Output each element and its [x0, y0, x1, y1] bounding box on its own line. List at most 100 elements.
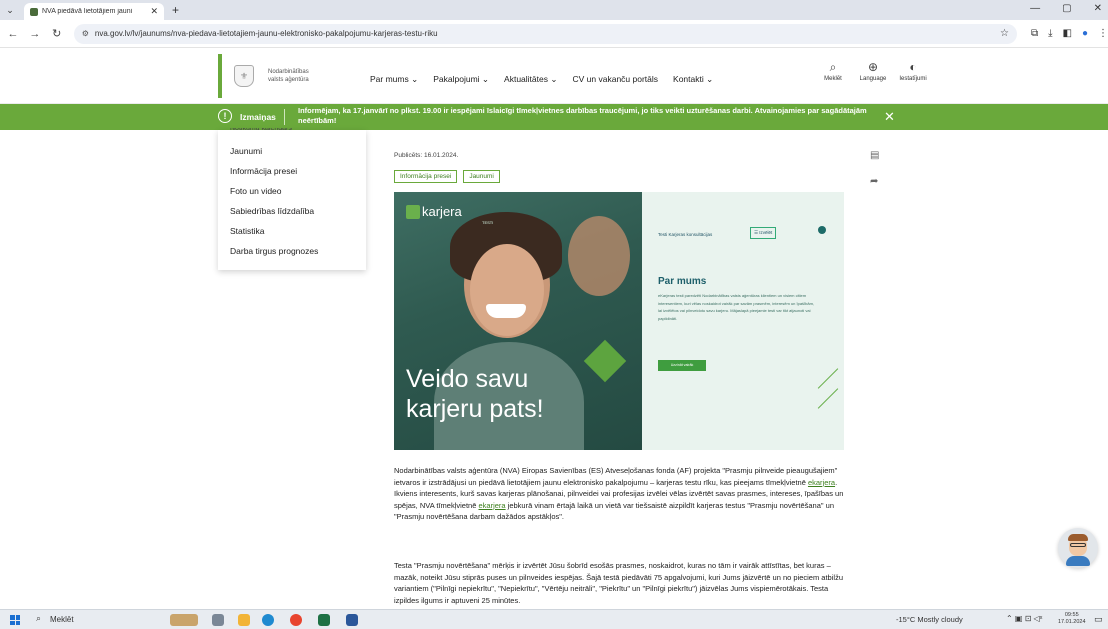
task-view-icon[interactable] [212, 614, 224, 626]
published-date: Publicēts: 16.01.2024. [394, 152, 459, 159]
search-icon[interactable]: ⌕ [36, 613, 41, 624]
taskbar-clock[interactable]: 09:55 17.01.2024 [1058, 612, 1086, 626]
nav-item-cv-portals[interactable]: CV un vakanču portāls [573, 74, 659, 85]
dropdown-item-prognozes[interactable]: Darba tirgus prognozes [230, 246, 318, 256]
decor-line [817, 388, 839, 409]
site-header: ⚜ Nodarbinātības valsts aģentūra Par mum… [0, 48, 1108, 104]
url-field[interactable]: ⚙ nva.gov.lv/lv/jaunums/nva-piedava-liet… [73, 23, 1017, 44]
aktualitates-dropdown: Notikumu kalendārs Jaunumi Informācija p… [218, 128, 366, 270]
new-tab-button[interactable]: + [172, 3, 179, 17]
extensions-icon[interactable]: ⧉ [1031, 28, 1038, 39]
close-window-button[interactable]: ✕ [1094, 3, 1102, 14]
language-button[interactable]: ⊕ Language [858, 60, 888, 82]
site-info-icon[interactable]: ⚙ [82, 29, 89, 38]
address-bar-row: ← → ↻ ⚙ nva.gov.lv/lv/jaunums/nva-piedav… [0, 20, 1108, 48]
article-paragraph-1: Nodarbinātības valsts aģentūra (NVA) Eir… [394, 466, 844, 521]
window-controls: — ▢ ✕ [1030, 3, 1102, 14]
settings-button[interactable]: ◐ Iestatījumi [898, 60, 928, 82]
exclamation-icon: ! [218, 109, 232, 123]
edge-icon[interactable] [262, 614, 274, 626]
browser-tab-bar: ⌄ NVA piedāvā lietotājiem jauni ✕ + — ▢ … [0, 0, 1108, 20]
tab-close-icon[interactable]: ✕ [150, 6, 158, 17]
taskbar-search[interactable]: Meklēt [50, 615, 74, 624]
nav-item-pakalpojumi[interactable]: Pakalpojumi ⌄ [433, 74, 489, 85]
maximize-button[interactable]: ▢ [1062, 3, 1071, 14]
nav-item-par-mums[interactable]: Par mums ⌄ [370, 74, 418, 85]
article-paragraph-2: Testa "Prasmju novērtēšana" mērķis ir iz… [394, 561, 843, 605]
mock-body: eKarjeras testi paredzēti Nodarbinātības… [658, 293, 815, 321]
tab-title: NVA piedāvā lietotājiem jauni [42, 8, 133, 15]
tag-list: Informācija presei Jaunumi [394, 170, 500, 183]
dropdown-item-jaunumi[interactable]: Jaunumi [230, 146, 262, 156]
forward-icon[interactable]: → [26, 28, 44, 40]
tab-search-icon[interactable]: ⌄ [0, 0, 20, 20]
header-utilities: ⌕ Meklēt ⊕ Language ◐ Iestatījumi [818, 60, 928, 82]
toolbar-icons: ⧉ ⤓ ◧ ● ⋮ [1031, 28, 1108, 39]
dropdown-item-statistika[interactable]: Statistika [230, 226, 265, 236]
dropdown-item-partial[interactable]: Notikumu kalendārs [230, 128, 292, 133]
coat-of-arms-icon: ⚜ [234, 65, 254, 87]
chat-assistant-button[interactable] [1058, 528, 1098, 568]
decor-line [817, 368, 839, 389]
tag-informacija-presei[interactable]: Informācija presei [394, 170, 458, 183]
browser-menu-icon[interactable]: ⋮ [1098, 28, 1108, 39]
sidebar-icon[interactable]: ◧ [1063, 28, 1072, 39]
windows-taskbar: ⌕ Meklēt -15°C Mostly cloudy ⌃ ▣ ⊡ ◁ˣ 09… [0, 609, 1108, 629]
logo-text: Nodarbinātības valsts aģentūra [268, 69, 309, 83]
chevron-down-icon: ⌄ [550, 74, 558, 84]
ekarjera-link[interactable]: ekarjera [478, 501, 505, 510]
browser-tab[interactable]: NVA piedāvā lietotājiem jauni ✕ [24, 3, 164, 20]
dropdown-item-lidzdaliba[interactable]: Sabiedrības līdzdalība [230, 206, 314, 216]
article-tools: ▤ ➦ [862, 136, 888, 200]
chrome-icon[interactable] [290, 614, 302, 626]
globe-icon: ⊕ [867, 60, 879, 74]
reload-icon[interactable]: ↻ [48, 27, 66, 40]
chevron-down-icon: ⌄ [411, 74, 419, 84]
minimize-button[interactable]: — [1030, 3, 1040, 14]
favicon-icon [30, 7, 38, 16]
chevron-down-icon: ⌄ [706, 74, 714, 84]
site-mockup-nav: Testi Karjeras konsultācijas ☰ Izvēlēt [656, 226, 836, 266]
excel-icon[interactable] [318, 614, 330, 626]
avatar-icon [1070, 543, 1086, 547]
contrast-icon: ◐ [909, 60, 917, 74]
person-face-front [470, 244, 544, 336]
weather-widget[interactable]: -15°C Mostly cloudy [896, 615, 963, 624]
hero-image: karjera TESTI Veido savu karjeru pats! T… [394, 192, 844, 450]
nav-item-kontakti[interactable]: Kontakti ⌄ [673, 74, 713, 85]
mock-title: Par mums [658, 276, 707, 287]
divider [284, 109, 285, 125]
site-logo[interactable]: ⚜ Nodarbinātības valsts aģentūra [218, 54, 334, 98]
search-icon: ⌕ [829, 60, 837, 74]
search-button[interactable]: ⌕ Meklēt [818, 60, 848, 82]
main-nav: Par mums ⌄ Pakalpojumi ⌄ Aktualitātes ⌄ … [370, 74, 713, 85]
file-explorer-icon[interactable] [238, 614, 250, 626]
tag-jaunumi[interactable]: Jaunumi [463, 170, 500, 183]
notice-label: Izmaiņas [240, 112, 276, 122]
url-text: nva.gov.lv/lv/jaunums/nva-piedava-lietot… [94, 29, 438, 38]
print-icon[interactable]: ▤ [870, 150, 879, 161]
close-icon[interactable]: ✕ [884, 109, 895, 125]
word-icon[interactable] [346, 614, 358, 626]
system-tray-icons[interactable]: ⌃ ▣ ⊡ ◁ˣ [1006, 614, 1042, 623]
share-icon[interactable]: ➦ [870, 176, 878, 187]
bookmark-star-icon[interactable]: ☆ [1000, 28, 1009, 39]
ekarjera-link[interactable]: ekarjera [808, 478, 835, 487]
notification-icon[interactable]: ▭ [1094, 614, 1103, 625]
windows-start-icon[interactable] [10, 615, 20, 625]
download-icon[interactable]: ⤓ [1048, 28, 1052, 39]
news-widget-icon[interactable] [170, 614, 198, 626]
dropdown-item-foto-video[interactable]: Foto un video [230, 186, 282, 196]
dropdown-item-informacija-presei[interactable]: Informācija presei [230, 166, 297, 176]
notice-banner: ! Izmaiņas Informējam, ka 17.janvārī no … [0, 104, 1108, 130]
profile-icon[interactable]: ● [1082, 28, 1088, 39]
back-icon[interactable]: ← [4, 28, 22, 40]
hero-slogan: Veido savu karjeru pats! [406, 365, 544, 423]
person-background [568, 216, 630, 296]
nav-item-aktualitates[interactable]: Aktualitātes ⌄ [504, 74, 557, 85]
chevron-down-icon: ⌄ [481, 74, 490, 84]
eye-icon [818, 226, 826, 234]
notice-text: Informējam, ka 17.janvārī no plkst. 19.0… [298, 106, 867, 125]
smile [486, 304, 526, 318]
ekarjera-e-icon [406, 204, 420, 219]
